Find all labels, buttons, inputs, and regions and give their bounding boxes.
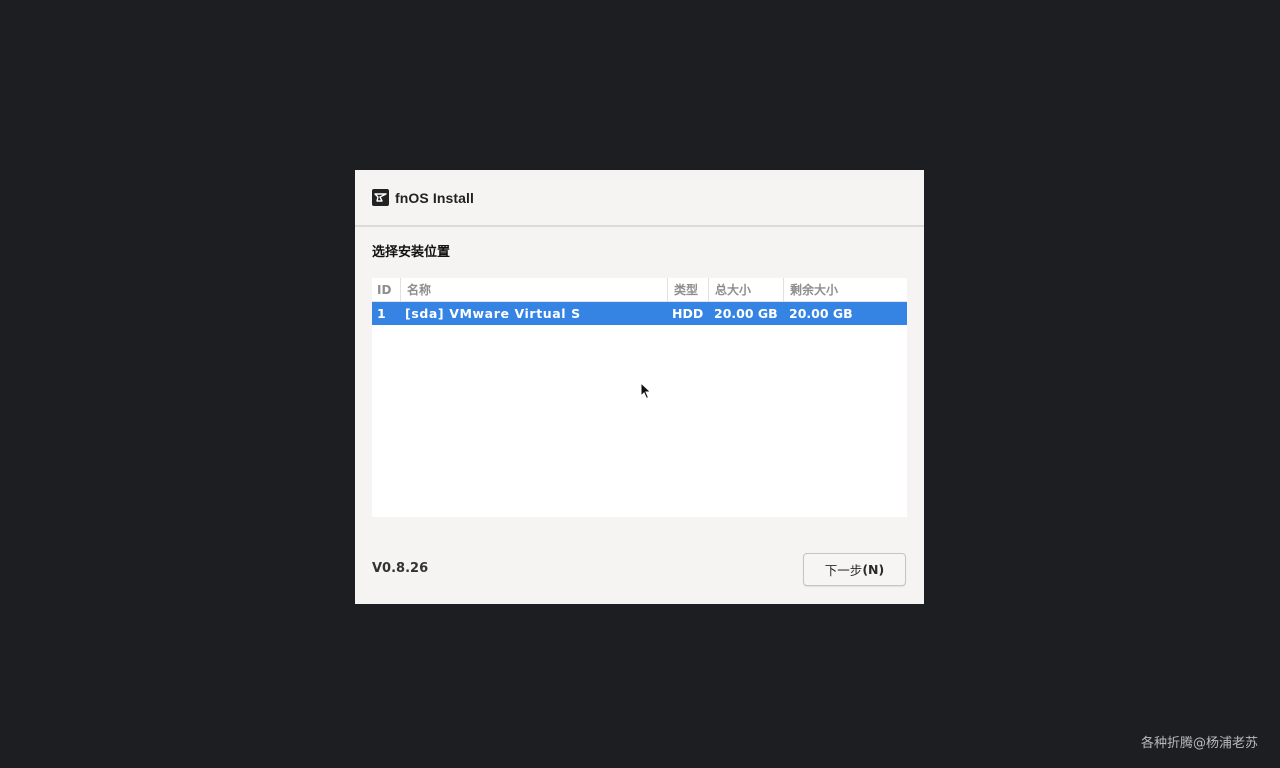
watermark-text: 各种折腾@杨浦老苏 <box>1140 736 1258 751</box>
column-header-id[interactable]: ID <box>372 278 401 301</box>
column-header-total-size[interactable]: 总大小 <box>709 278 784 301</box>
disk-type-cell: HDD <box>672 306 704 321</box>
version-label: V0.8.26 <box>372 561 429 576</box>
disk-name-cell: [sda] VMware Virtual S <box>405 306 581 321</box>
section-title: 选择安装位置 <box>372 245 451 260</box>
column-header-free-size[interactable]: 剩余大小 <box>784 278 907 301</box>
column-header-name[interactable]: 名称 <box>401 278 668 301</box>
table-header: ID 名称 类型 总大小 剩余大小 <box>372 278 907 302</box>
column-header-type[interactable]: 类型 <box>668 278 709 301</box>
fnos-logo-icon <box>372 189 389 206</box>
app-title: fnOS Install <box>395 189 474 206</box>
next-button-mnemonic: (N) <box>862 562 885 577</box>
disk-id-cell: 1 <box>377 306 386 321</box>
disk-total-size-cell: 20.00 GB <box>714 306 778 321</box>
dialog-header: fnOS Install <box>355 170 924 227</box>
disk-free-size-cell: 20.00 GB <box>789 306 853 321</box>
next-button-label: 下一步 <box>824 563 863 578</box>
table-row[interactable]: 1 [sda] VMware Virtual S HDD 20.00 GB 20… <box>372 302 907 325</box>
mouse-pointer-icon <box>640 382 652 400</box>
next-button[interactable]: 下一步 (N) <box>803 553 906 586</box>
